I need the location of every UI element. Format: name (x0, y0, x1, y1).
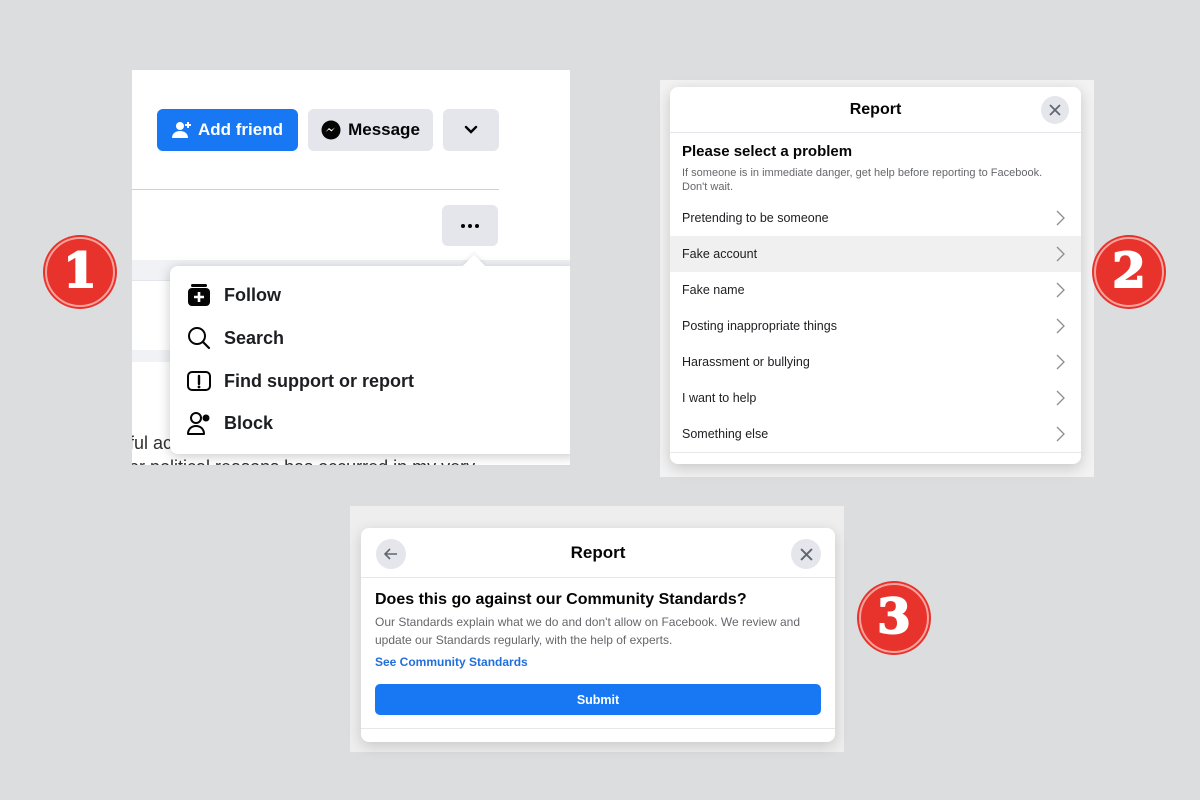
menu-item-follow[interactable]: Follow (186, 282, 281, 308)
background-post-text: ful ac (132, 433, 173, 453)
menu-item-search[interactable]: Search (186, 325, 284, 351)
chevron-right-icon (1056, 282, 1065, 298)
menu-item-block[interactable]: Block (186, 410, 273, 436)
dialog-title: Report (849, 100, 902, 118)
problem-option[interactable]: Fake name (670, 272, 1081, 308)
messenger-icon (321, 120, 341, 140)
dialog-subtext: If someone is in immediate danger, get h… (682, 167, 1043, 193)
step1-profile-panel: Add friend Message ful ac or political r… (132, 70, 570, 475)
close-button[interactable] (1041, 96, 1069, 124)
menu-item-label: Block (224, 412, 274, 433)
back-button[interactable] (376, 539, 406, 569)
profile-actions: Add friend Message (157, 109, 499, 151)
person-add-icon (172, 122, 191, 138)
dialog-header: Report (670, 87, 1081, 133)
menu-item-label: Find support or report (224, 370, 414, 391)
problem-option[interactable]: Pretending to be someone (670, 200, 1081, 236)
menu-item-label: Follow (224, 284, 281, 305)
chevron-right-icon (1056, 426, 1065, 442)
report-dialog: Report Please select a problem If someon… (670, 87, 1081, 464)
problem-option[interactable]: Fake account (670, 236, 1081, 272)
close-icon (799, 547, 813, 561)
divider (132, 189, 499, 190)
message-label: Message (348, 120, 420, 139)
ellipsis-menu-button[interactable] (442, 205, 498, 246)
menu-item-find-support-or-report[interactable]: Find support or report (186, 368, 414, 394)
add-friend-label: Add friend (198, 120, 283, 139)
arrow-left-icon (384, 548, 397, 560)
step-badge-1: 1 (45, 237, 115, 307)
problem-option[interactable]: Posting inappropriate things (670, 308, 1081, 344)
problem-option[interactable]: Something else (670, 416, 1081, 452)
more-options-dropdown-button[interactable] (443, 109, 499, 151)
chevron-right-icon (1056, 354, 1065, 370)
step2-report-panel: Report Please select a problem If someon… (660, 80, 1094, 477)
dialog-heading: Does this go against our Community Stand… (375, 591, 747, 608)
block-user-icon (187, 412, 210, 435)
chevron-down-icon (464, 125, 478, 134)
dialog-heading: Please select a problem (682, 143, 853, 160)
chevron-right-icon (1056, 210, 1065, 226)
problem-option[interactable]: Harassment or bullying (670, 344, 1081, 380)
report-dialog: Report Does this go against our Communit… (361, 528, 835, 742)
add-friend-button[interactable]: Add friend (157, 109, 298, 151)
step-badge-2: 2 (1094, 237, 1164, 307)
dialog-subtext: Our Standards explain what we do and don… (375, 615, 800, 647)
follow-icon (188, 284, 210, 306)
problem-list: Pretending to be someone Fake account Fa… (670, 200, 1081, 452)
step-badge-3: 3 (859, 583, 929, 653)
chevron-right-icon (1056, 318, 1065, 334)
problem-option[interactable]: I want to help (670, 380, 1081, 416)
step3-community-standards-panel: Report Does this go against our Communit… (350, 506, 844, 752)
dialog-title: Report (570, 542, 626, 562)
profile-options-menu: Follow Search Find support or report Blo… (170, 254, 570, 454)
chevron-right-icon (1056, 390, 1065, 406)
chevron-right-icon (1056, 246, 1065, 262)
ellipsis-icon (461, 223, 465, 228)
search-icon (188, 327, 211, 350)
see-community-standards-link[interactable]: See Community Standards (375, 655, 528, 669)
close-button[interactable] (791, 539, 821, 569)
close-icon (1049, 104, 1061, 116)
submit-button[interactable]: Submit (375, 684, 821, 715)
message-button[interactable]: Message (308, 109, 433, 151)
dialog-header: Report (361, 528, 835, 578)
menu-item-label: Search (224, 327, 285, 348)
report-icon (187, 371, 211, 391)
